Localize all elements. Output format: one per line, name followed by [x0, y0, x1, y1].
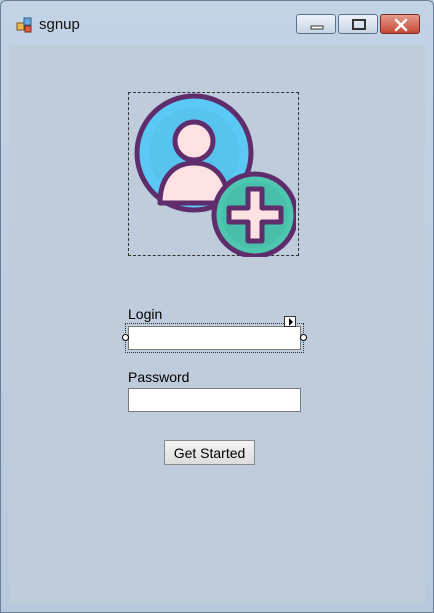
password-input[interactable]: [128, 388, 301, 412]
login-label: Login: [128, 306, 163, 322]
smart-tag-button[interactable]: [284, 316, 296, 327]
add-user-icon: [134, 93, 296, 257]
winforms-app-icon: [16, 16, 34, 34]
window-title: sgnup: [39, 16, 80, 33]
minimize-icon: [310, 25, 324, 30]
password-label: Password: [128, 369, 190, 385]
resize-handle-right[interactable]: [300, 334, 307, 341]
resize-handle-left[interactable]: [122, 334, 129, 341]
title-bar[interactable]: sgnup: [1, 1, 433, 45]
login-input[interactable]: [128, 326, 301, 350]
designer-window: sgnup Login Password Get Started: [0, 0, 434, 613]
picture-box[interactable]: [128, 92, 299, 257]
close-button[interactable]: [380, 14, 420, 34]
minimize-button[interactable]: [296, 14, 336, 34]
close-icon: [394, 18, 408, 32]
form-client-area: Login Password Get Started: [9, 45, 425, 604]
maximize-icon: [352, 19, 366, 30]
smart-tag-arrow-icon: [289, 318, 293, 326]
get-started-button[interactable]: Get Started: [164, 440, 255, 465]
maximize-button[interactable]: [338, 14, 378, 34]
